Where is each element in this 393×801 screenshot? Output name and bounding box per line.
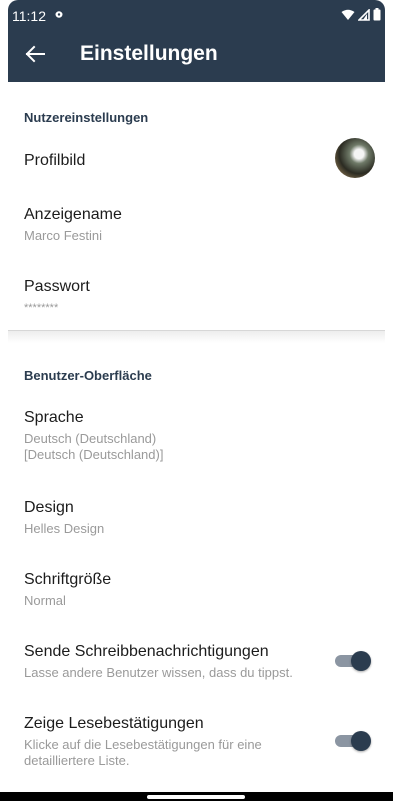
receipts-desc: Klicke auf die Lesebestätigungen für ein… bbox=[24, 737, 262, 768]
arrow-back-icon[interactable] bbox=[24, 43, 46, 65]
setting-typing-notifications[interactable]: Sende Schreibbenachrichtigungen Lasse an… bbox=[8, 630, 385, 690]
bug-icon bbox=[55, 11, 63, 18]
typing-toggle[interactable] bbox=[335, 651, 371, 671]
home-gesture-handle[interactable] bbox=[147, 795, 245, 799]
receipts-label: Zeige Lesebestätigungen bbox=[24, 715, 204, 732]
app-bar: Einstellungen bbox=[8, 30, 385, 82]
page-title: Einstellungen bbox=[80, 42, 218, 65]
status-time: 11:12 bbox=[12, 8, 46, 24]
language-value-line1: Deutsch (Deutschland) bbox=[24, 431, 157, 446]
language-label: Sprache bbox=[24, 409, 84, 426]
section-title-user: Nutzereinstellungen bbox=[24, 110, 149, 125]
design-value: Helles Design bbox=[24, 521, 105, 536]
setting-font-size[interactable]: Schriftgröße Normal bbox=[8, 558, 385, 618]
font-size-label: Schriftgröße bbox=[24, 571, 112, 588]
setting-profile-picture[interactable]: Profilbild bbox=[8, 132, 385, 188]
settings-list: Nutzereinstellungen Profilbild Anzeigena… bbox=[8, 82, 385, 792]
profile-picture-label: Profilbild bbox=[24, 152, 86, 169]
display-name-label: Anzeigename bbox=[24, 206, 122, 223]
setting-password[interactable]: Passwort ******** bbox=[8, 264, 385, 322]
status-icons bbox=[341, 8, 381, 21]
receipts-toggle[interactable] bbox=[335, 731, 371, 751]
status-bar: 11:12 bbox=[8, 0, 385, 30]
setting-design[interactable]: Design Helles Design bbox=[8, 486, 385, 546]
design-label: Design bbox=[24, 499, 74, 516]
typing-toggle-knob bbox=[351, 651, 371, 671]
battery-icon bbox=[373, 8, 381, 21]
password-label: Passwort bbox=[24, 278, 90, 295]
setting-language[interactable]: Sprache Deutsch (Deutschland) [Deutsch (… bbox=[8, 396, 385, 468]
display-name-value: Marco Festini bbox=[24, 228, 103, 243]
language-value-line2: [Deutsch (Deutschland)] bbox=[24, 447, 164, 462]
section-title-ui: Benutzer-Oberfläche bbox=[24, 368, 152, 383]
gesture-nav-bar bbox=[0, 792, 393, 801]
font-size-value: Normal bbox=[24, 593, 66, 608]
signal-icon bbox=[358, 8, 370, 21]
setting-display-name[interactable]: Anzeigename Marco Festini bbox=[8, 192, 385, 252]
typing-desc: Lasse andere Benutzer wissen, dass du ti… bbox=[24, 665, 293, 680]
password-value: ******** bbox=[24, 302, 59, 314]
wifi-icon bbox=[341, 9, 355, 20]
header: 11:12 Einstellungen bbox=[8, 0, 385, 82]
setting-read-receipts[interactable]: Zeige Lesebestätigungen Klicke auf die L… bbox=[8, 702, 385, 772]
avatar[interactable] bbox=[335, 138, 375, 178]
typing-label: Sende Schreibbenachrichtigungen bbox=[24, 643, 269, 660]
section-divider bbox=[8, 330, 385, 343]
receipts-toggle-knob bbox=[351, 731, 371, 751]
settings-screen: 11:12 Einstellungen Nutzereinstellungen … bbox=[0, 0, 393, 801]
